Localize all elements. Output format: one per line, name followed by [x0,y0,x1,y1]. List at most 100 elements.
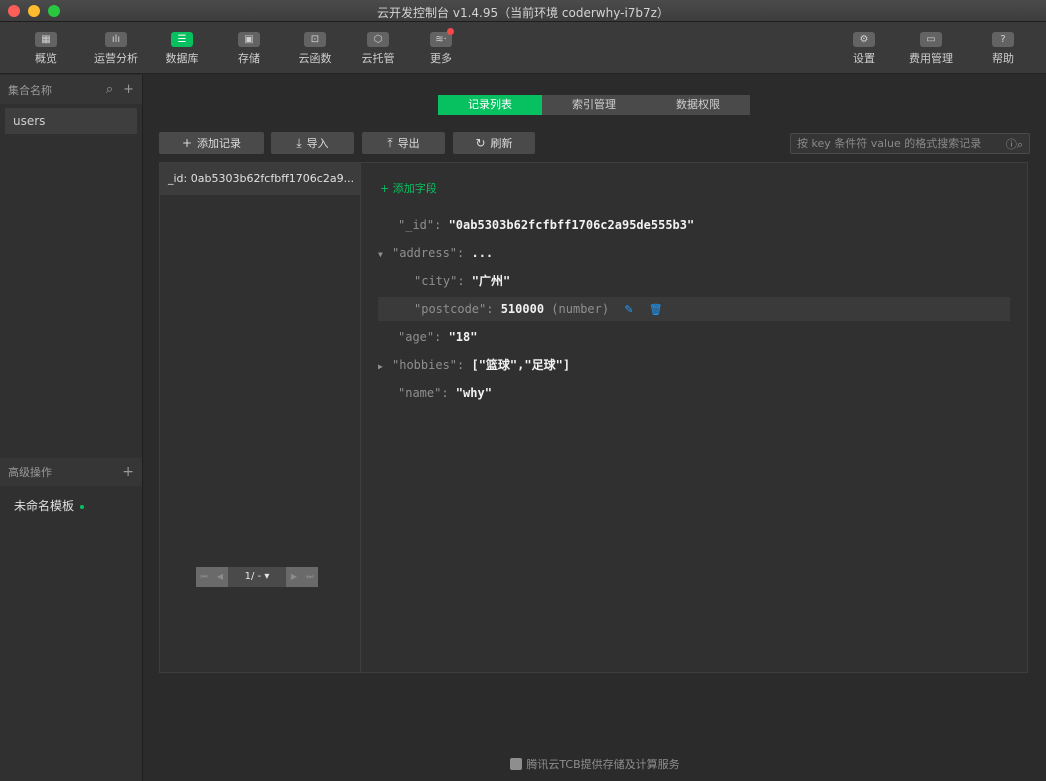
storage-icon: ▣ [238,32,260,47]
toolbar-settings-button[interactable]: ⚙ 设置 [841,32,887,66]
plus-icon: + [181,136,193,150]
add-field-label: 添加字段 [392,182,437,195]
export-label: 导出 [397,137,420,150]
plus-icon: + [380,182,393,195]
field-hobbies[interactable]: ▶ "hobbies": ["篮球","足球"] [378,353,570,377]
notification-badge [447,28,454,35]
field-key: "city": [414,274,472,288]
collection-header: 集合名称 ⌕ + [0,75,142,104]
info-search-icon[interactable]: ⓘ⌕ [1006,136,1023,152]
toolbar-cloud-hosting-button[interactable]: ⬡ 云托管 [355,32,401,66]
window-title: 云开发控制台 v1.4.95（当前环境 coderwhy-i7b7z） [377,6,669,20]
next-page-button[interactable]: ▶ [286,567,302,587]
toolbar-analytics-button[interactable]: ılı 运营分析 [93,32,139,66]
advanced-ops-label: 高级操作 [8,466,52,479]
field-key: "postcode": [414,302,501,316]
window-titlebar: 云开发控制台 v1.4.95（当前环境 coderwhy-i7b7z） [0,0,1046,22]
toolbar-help-button[interactable]: ? 帮助 [980,32,1026,66]
toolbar-label: 云函数 [298,52,332,65]
add-field-button[interactable]: + 添加字段 [380,180,437,196]
footer: 腾讯云TCB提供存储及计算服务 [144,756,1046,772]
toolbar-database-button[interactable]: ☰ 数据库 [159,32,205,66]
record-list-item[interactable]: _id: 0ab5303b62fcfbff1706c2a9... [160,163,360,195]
collapse-arrow-icon[interactable]: ▶ [378,355,392,379]
add-record-button[interactable]: + 添加记录 [159,132,264,154]
toolbar-label: 存储 [238,52,260,65]
field-key: "hobbies": [392,358,472,372]
search-input[interactable] [791,134,991,153]
refresh-button[interactable]: ↻ 刷新 [453,132,535,154]
template-name: 未命名模板 [14,499,75,513]
settings-icon: ⚙ [853,32,875,47]
toolbar-label: 设置 [853,52,875,65]
first-page-button[interactable]: ⏮ [196,567,212,587]
add-record-label: 添加记录 [197,137,242,150]
collection-sidebar: 集合名称 ⌕ + users 高级操作 + 未命名模板 [0,75,143,781]
cloud-function-icon: ⊡ [304,32,326,47]
toolbar-label: 费用管理 [909,52,953,65]
overview-icon: ▦ [35,32,57,47]
toolbar-label: 概览 [35,52,57,65]
advanced-ops-header: 高级操作 + [0,458,142,486]
field-age[interactable]: "age": "18" [398,325,477,349]
help-icon: ? [992,32,1014,47]
cloud-hosting-icon: ⬡ [367,32,389,47]
download-icon: ⤓ [296,136,302,150]
prev-page-button[interactable]: ◀ [212,567,228,587]
delete-icon[interactable]: 🗑 [649,303,663,316]
field-city[interactable]: "city": "广州" [414,269,510,293]
tab-records[interactable]: 记录列表 [438,95,542,115]
footer-text: 腾讯云TCB提供存储及计算服务 [526,758,680,771]
add-template-icon[interactable]: + [122,464,134,480]
edit-icon[interactable]: ✎ [624,303,633,316]
upload-icon: ⤒ [387,136,393,150]
field-name[interactable]: "name": "why" [398,381,492,405]
page-select[interactable]: 1/ - ▾ [228,567,286,587]
field-value: "18" [448,330,478,344]
last-page-button[interactable]: ⏭ [302,567,318,587]
toolbar-label: 更多 [430,52,452,65]
toolbar-overview-button[interactable]: ▦ 概览 [23,32,69,66]
field-type: (number) [551,302,610,316]
main-content: 记录列表 索引管理 数据权限 + 添加记录 ⤓ 导入 ⤒ 导出 ↻ 刷新 ⓘ⌕ _id:… [144,75,1046,781]
import-button[interactable]: ⤓ 导入 [271,132,354,154]
toolbar-label: 云托管 [361,52,395,65]
field-id[interactable]: "_id": "0ab5303b62fcfbff1706c2a95de555b3… [398,213,694,237]
toolbar-billing-button[interactable]: ▭ 费用管理 [908,32,954,66]
toolbar-label: 运营分析 [94,52,138,65]
record-detail: + 添加字段 "_id": "0ab5303b62fcfbff1706c2a95… [362,163,1027,672]
billing-icon: ▭ [920,32,942,47]
toolbar-label: 数据库 [165,52,199,65]
collection-item-users[interactable]: users [5,108,137,134]
field-key: "age": [398,330,449,344]
tab-permissions[interactable]: 数据权限 [646,95,750,115]
tencent-cloud-logo-icon [510,758,523,770]
field-value: "why" [455,386,492,400]
toolbar-cloud-function-button[interactable]: ⊡ 云函数 [292,32,338,66]
tab-indexes[interactable]: 索引管理 [542,95,646,115]
field-value: 510000 [500,302,545,316]
template-item[interactable]: 未命名模板 [14,497,85,514]
field-address[interactable]: ▼ "address": ... [378,241,493,265]
field-value: "0ab5303b62fcfbff1706c2a95de555b3" [448,218,695,232]
status-dot [80,504,85,509]
toolbar-storage-button[interactable]: ▣ 存储 [226,32,272,66]
refresh-label: 刷新 [490,137,513,150]
pagination: ⏮ ◀ 1/ - ▾ ▶ ⏭ [196,567,318,587]
field-value: ... [471,246,494,260]
expand-arrow-icon[interactable]: ▼ [378,243,392,267]
field-key: "address": [392,246,472,260]
records-panel: _id: 0ab5303b62fcfbff1706c2a9... ⏮ ◀ 1/ … [159,162,1028,673]
search-icon[interactable]: ⌕ [106,82,113,97]
record-list: _id: 0ab5303b62fcfbff1706c2a9... ⏮ ◀ 1/ … [160,163,361,672]
field-key: "_id": [398,218,449,232]
toolbar-more-button[interactable]: ≋· 更多 [418,28,464,66]
main-toolbar: ▦ 概览 ılı 运营分析 ☰ 数据库 ▣ 存储 ⊡ 云函数 ⬡ 云托管 ≋· … [0,22,1046,74]
export-button[interactable]: ⤒ 导出 [362,132,445,154]
collection-header-label: 集合名称 [8,83,52,97]
field-postcode[interactable]: "postcode": 510000 (number) ✎ 🗑 [378,297,1010,321]
refresh-icon: ↻ [475,136,486,150]
add-collection-icon[interactable]: + [123,82,134,97]
field-key: "name": [398,386,456,400]
analytics-icon: ılı [105,32,127,47]
